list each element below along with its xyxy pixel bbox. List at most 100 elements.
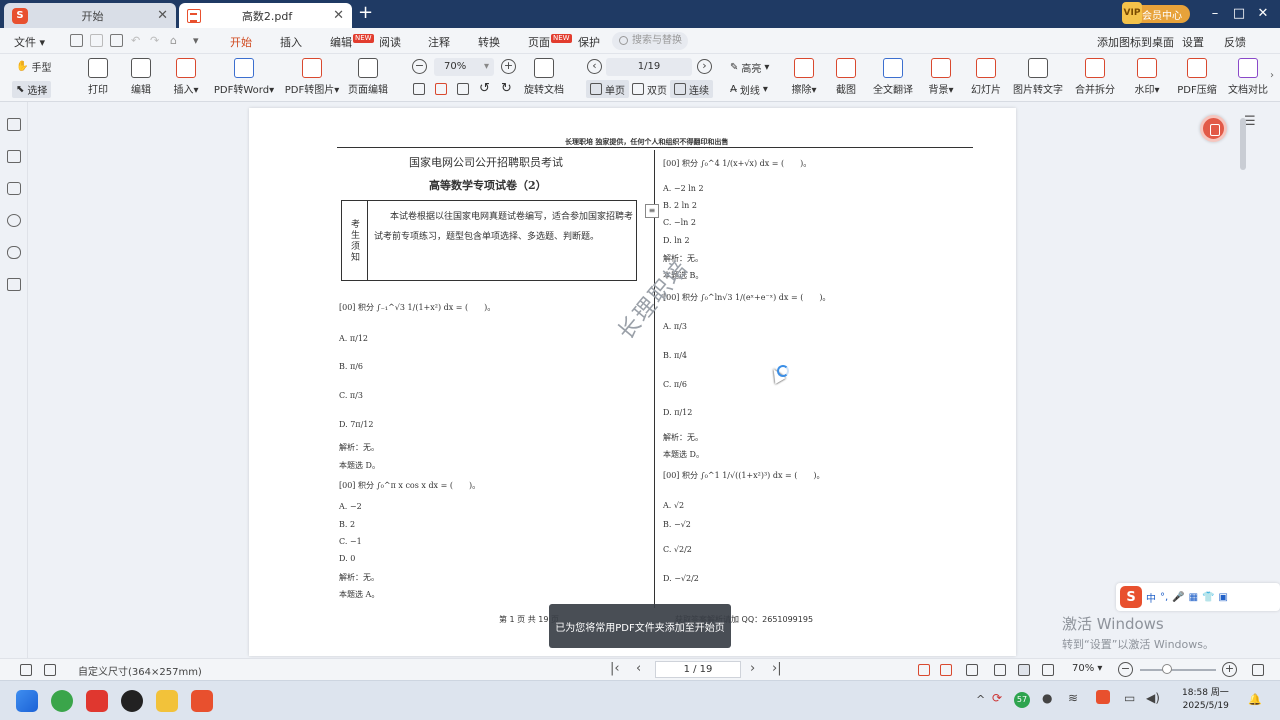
tab-pdf-document[interactable]: 高数2.pdf ✕ [179,3,352,28]
settings-menu[interactable]: 设置 [1182,34,1204,50]
zoom-select[interactable]: 70% ▾ [434,58,494,76]
zoom-slider[interactable] [1140,669,1216,671]
rotate-right-icon[interactable]: ↻ [501,81,512,96]
ime-language-toggle[interactable]: 中 [1146,590,1156,605]
prev-page-button[interactable]: ‹ [587,59,602,74]
zoom-out-button[interactable]: − [412,59,427,74]
menu-start[interactable]: 开始 [230,34,252,56]
thumbnails-icon[interactable] [7,150,21,163]
rotate-document-button[interactable]: 旋转文档 [514,58,574,96]
double-page-view[interactable]: 双页 [628,80,671,98]
status-zoom-out[interactable]: − [1118,662,1133,677]
punctuation-icon[interactable]: °, [1160,592,1168,603]
last-page-button[interactable]: ›| [772,661,782,676]
highlight-button[interactable]: ✎ 高亮 ▾ [730,60,769,75]
search-icon[interactable] [7,214,21,227]
strikethrough-button[interactable]: A̶ 划线 ▾ [730,82,768,97]
skin-icon[interactable]: 👕 [1202,592,1214,603]
minimize-button[interactable]: – [1206,5,1224,23]
home-icon[interactable]: ⌂ [170,34,177,47]
menu-annotate[interactable]: 注释 [428,34,450,50]
redo-icon[interactable]: ↷ [150,34,159,47]
view-mode-icon[interactable] [918,664,930,676]
menu-insert[interactable]: 插入 [280,34,302,50]
tab-home[interactable]: S 开始 ✕ [4,3,176,28]
select-tool[interactable]: ⬉ 选择 [12,81,52,98]
tray-sogou-icon[interactable] [1096,690,1110,704]
microphone-icon[interactable]: 🎤 [1172,592,1184,603]
slideshow-button[interactable]: 幻灯片 [956,58,1016,96]
document-compare-button[interactable]: 文档对比 [1218,58,1278,96]
ribbon-more-arrow[interactable]: › [1270,70,1274,81]
obs-icon[interactable] [121,690,143,712]
close-icon[interactable]: ✕ [333,8,344,23]
page-edit-button[interactable]: 页面编辑 [338,58,398,96]
fit-icon[interactable] [966,664,978,676]
continuous-view[interactable]: 连续 [670,80,713,98]
fit-width-icon[interactable] [413,83,425,95]
windows-start-icon[interactable] [16,690,38,712]
menu-read[interactable]: 阅读 [379,34,401,50]
add-icon-to-desktop[interactable]: 添加图标到桌面 [1097,34,1174,50]
pdf-to-image-button[interactable]: PDF转图片▾ [282,58,342,96]
page-icon[interactable] [44,664,56,676]
next-page-button[interactable]: › [697,59,712,74]
floating-tool-button[interactable] [1200,115,1227,142]
notification-icon[interactable]: 🔔 [1248,693,1262,706]
status-zoom-in[interactable]: + [1222,662,1237,677]
save-icon[interactable] [90,34,103,47]
insert-button[interactable]: 插入▾ [156,58,216,96]
maximize-button[interactable]: □ [1230,5,1248,23]
next-page-icon[interactable]: › [750,661,755,676]
feedback-menu[interactable]: 反馈 [1224,34,1246,50]
toolbox-icon[interactable]: ▣ [1219,592,1228,603]
rotate-left-icon[interactable]: ↺ [479,81,490,96]
text-select-icon[interactable]: ≡ [645,204,659,218]
pdf-page[interactable]: 长理职培 独家提供，任何个人和组织不得翻印和出售 国家电网公司公开招聘职员考试 … [249,108,1016,656]
hand-tool[interactable]: ✋ 手型 [16,59,51,74]
tray-network-icon[interactable]: ≋ [1068,691,1078,705]
taskbar-clock[interactable]: 18:58 周一 2025/5/19 [1182,687,1229,713]
signature-icon[interactable] [7,278,21,291]
merge-split-button[interactable]: 合并拆分 [1065,58,1125,96]
wps-office-icon[interactable] [86,690,108,712]
tray-overflow-icon[interactable]: ^ [976,693,985,706]
continuous-status-icon[interactable] [1018,664,1030,676]
read-mode-icon[interactable] [940,664,952,676]
wps-pdf-icon[interactable] [191,690,213,712]
tray-mic-icon[interactable]: ● [1042,691,1052,705]
vip-center-button[interactable]: VIP 会员中心 [1122,2,1190,24]
sidebar-toggle-icon[interactable] [20,664,32,676]
comment-icon[interactable] [7,182,21,195]
menu-convert[interactable]: 转换 [478,34,500,50]
window-close-button[interactable]: ✕ [1254,5,1272,23]
menu-protect[interactable]: 保护 [578,34,600,50]
attachment-icon[interactable] [7,246,21,259]
first-page-button[interactable]: |‹ [610,661,620,676]
menu-edit[interactable]: 编辑 NEW [330,34,374,50]
ime-toolbar[interactable]: S 中 °, 🎤 ▦ 👕 ▣ [1116,583,1280,611]
fullscreen-icon[interactable] [1252,664,1264,676]
fit-page-icon[interactable] [435,83,447,95]
bookmark-icon[interactable] [7,118,21,131]
image-to-text-button[interactable]: 图片转文字 [1008,58,1068,96]
browser-icon[interactable] [51,690,73,712]
menu-file[interactable]: 文件 ▾ [14,34,45,50]
open-folder-icon[interactable] [70,34,83,47]
zoom-slider-thumb[interactable] [1162,664,1172,674]
tray-display-icon[interactable]: ▭ [1124,691,1135,705]
file-explorer-icon[interactable] [156,690,178,712]
tray-sync-icon[interactable]: ⟳ [992,691,1002,705]
single-page-view[interactable]: 单页 [586,80,629,98]
page-number-input[interactable]: 1/19 [606,58,692,76]
menu-page[interactable]: 页面 NEW [528,34,572,50]
search-replace-input[interactable]: 搜索与替换 [612,32,688,50]
print-icon[interactable] [110,34,123,47]
single-page-status-icon[interactable] [994,664,1006,676]
keyboard-icon[interactable]: ▦ [1189,592,1198,603]
tray-volume-icon[interactable]: ◀) [1146,691,1160,705]
vertical-scrollbar[interactable] [1240,118,1246,170]
status-page-input[interactable]: 1 / 19 [655,661,741,678]
status-zoom-select[interactable]: 70% ▾ [1072,663,1102,674]
pdf-to-word-button[interactable]: PDF转Word▾ [214,58,274,96]
